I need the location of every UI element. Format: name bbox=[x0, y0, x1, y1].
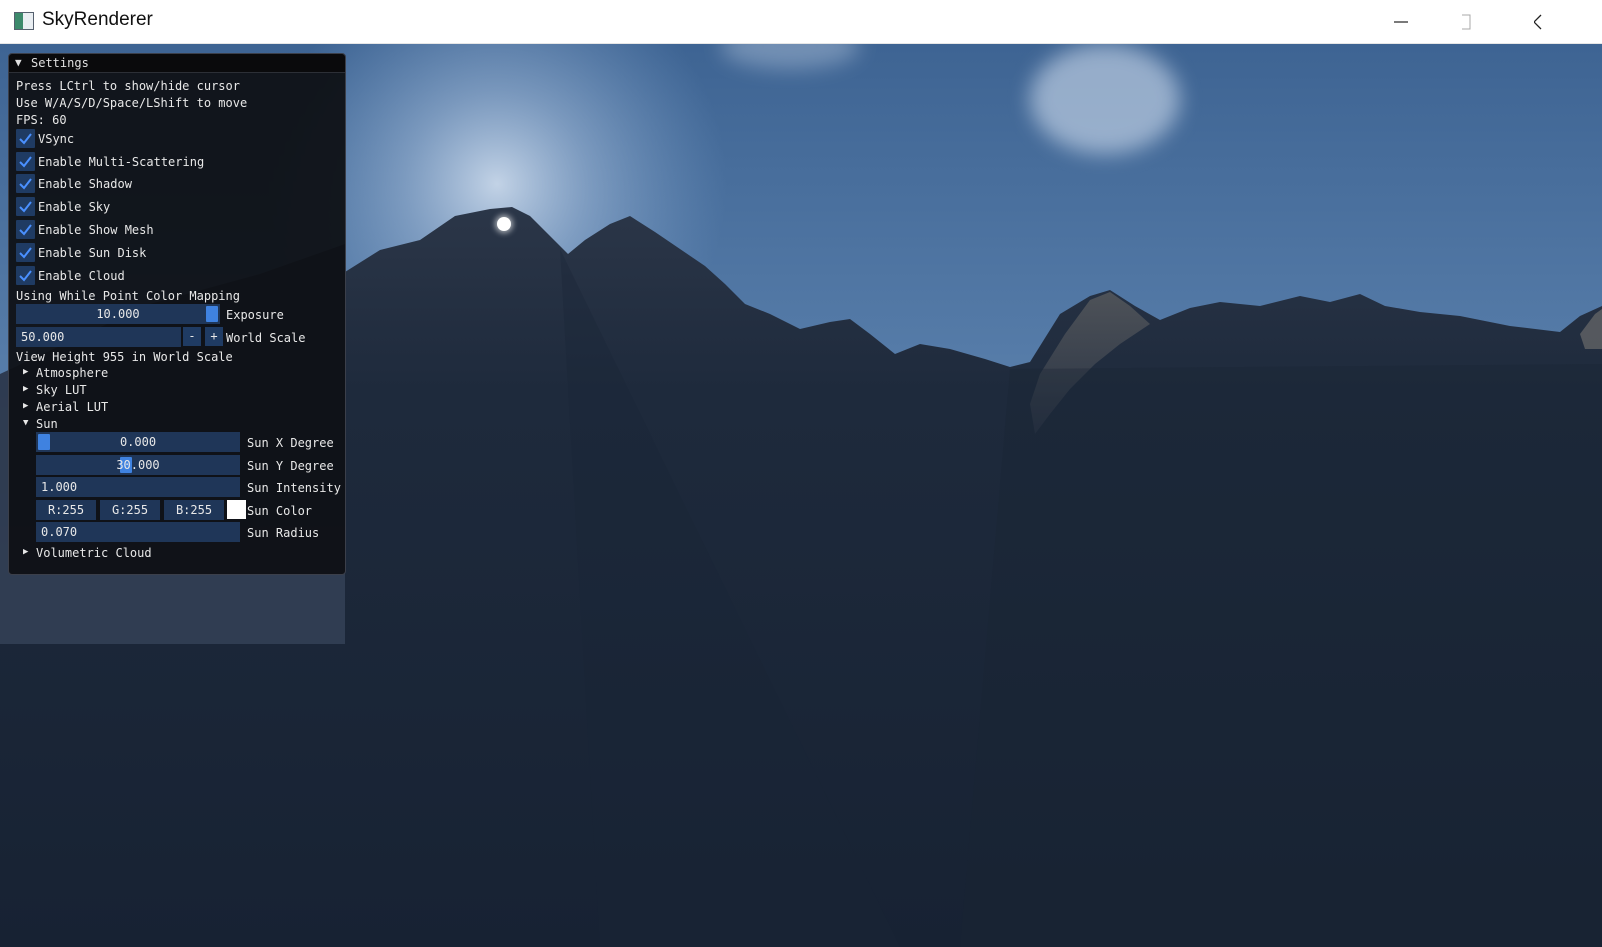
checkbox-box[interactable] bbox=[16, 197, 35, 216]
sun-y-degree-value: 30.000 bbox=[116, 458, 160, 472]
help-text-cursor: Press LCtrl to show/hide cursor bbox=[16, 79, 240, 93]
checkbox-box[interactable] bbox=[16, 266, 35, 285]
slider-grab[interactable] bbox=[206, 306, 218, 322]
world-scale-input[interactable]: 50.000 bbox=[16, 327, 181, 347]
exposure-value: 10.000 bbox=[96, 307, 140, 321]
tree-node-label: Atmosphere bbox=[36, 366, 109, 380]
checkmark-icon bbox=[19, 201, 32, 213]
checkbox-label: VSync bbox=[38, 132, 75, 146]
tree-node-label: Aerial LUT bbox=[36, 400, 109, 414]
settings-panel[interactable]: ▼ Settings Press LCtrl to show/hide curs… bbox=[8, 53, 346, 575]
sun-x-degree-slider[interactable]: 0.000 bbox=[36, 432, 240, 452]
sun-x-degree-label: Sun X Degree bbox=[247, 436, 334, 450]
expand-arrow-icon: ▶ bbox=[23, 367, 29, 377]
world-scale-plus-button[interactable]: + bbox=[205, 327, 223, 346]
checkbox-label: Enable Shadow bbox=[38, 177, 132, 191]
checkmark-icon bbox=[19, 270, 32, 282]
panel-title: Settings bbox=[31, 56, 89, 70]
sun-color-b-input[interactable]: B:255 bbox=[164, 500, 224, 520]
cloud bbox=[1030, 44, 1180, 154]
sun-color-r-input[interactable]: R:255 bbox=[36, 500, 96, 520]
exposure-slider[interactable]: 10.000 bbox=[16, 304, 220, 324]
checkbox-box[interactable] bbox=[16, 152, 35, 171]
panel-header[interactable]: ▼ Settings bbox=[9, 54, 345, 73]
checkmark-icon bbox=[19, 247, 32, 259]
maximize-button[interactable] bbox=[1462, 0, 1530, 44]
checkbox-box[interactable] bbox=[16, 243, 35, 262]
fps-text: FPS: 60 bbox=[16, 113, 67, 127]
color-mapping-text: Using While Point Color Mapping bbox=[16, 289, 240, 303]
window-titlebar[interactable]: SkyRenderer bbox=[0, 0, 1602, 44]
sun-x-degree-value: 0.000 bbox=[119, 435, 157, 449]
tree-node-label: Volumetric Cloud bbox=[36, 546, 152, 560]
checkbox-label: Enable Cloud bbox=[38, 269, 125, 283]
minimize-button[interactable] bbox=[1394, 0, 1462, 44]
maximize-icon bbox=[1462, 14, 1471, 30]
window-title: SkyRenderer bbox=[42, 9, 153, 30]
view-height-text: View Height 955 in World Scale bbox=[16, 350, 233, 364]
exposure-label: Exposure bbox=[226, 308, 284, 322]
close-icon bbox=[1534, 14, 1542, 30]
sun-intensity-input[interactable]: 1.000 bbox=[36, 477, 240, 497]
sun-intensity-label: Sun Intensity bbox=[247, 481, 341, 495]
close-button[interactable] bbox=[1534, 0, 1602, 44]
checkbox-label: Enable Multi-Scattering bbox=[38, 155, 205, 169]
collapse-arrow-icon: ▼ bbox=[23, 418, 29, 428]
sun-y-degree-slider[interactable]: 30.000 bbox=[36, 455, 240, 475]
sun-color-label: Sun Color bbox=[247, 504, 313, 518]
sun-color-swatch[interactable] bbox=[227, 500, 246, 519]
checkbox-label: Enable Sky bbox=[38, 200, 111, 214]
checkbox-label: Enable Sun Disk bbox=[38, 246, 147, 260]
world-scale-label: World Scale bbox=[226, 331, 306, 345]
checkbox-label: Enable Show Mesh bbox=[38, 223, 154, 237]
checkbox-box[interactable] bbox=[16, 174, 35, 193]
checkmark-icon bbox=[19, 156, 32, 168]
checkbox-box[interactable] bbox=[16, 220, 35, 239]
checkmark-icon bbox=[19, 133, 32, 145]
expand-arrow-icon: ▶ bbox=[23, 384, 29, 394]
sun-color-g-input[interactable]: G:255 bbox=[100, 500, 160, 520]
tree-node-label: Sky LUT bbox=[36, 383, 87, 397]
app-icon bbox=[14, 12, 34, 30]
sun-radius-input[interactable]: 0.070 bbox=[36, 522, 240, 542]
tree-node-label: Sun bbox=[36, 417, 58, 431]
collapse-arrow-icon[interactable]: ▼ bbox=[15, 56, 22, 69]
world-scale-minus-button[interactable]: - bbox=[183, 327, 201, 346]
minimize-icon bbox=[1394, 21, 1408, 23]
checkmark-icon bbox=[19, 224, 32, 236]
expand-arrow-icon: ▶ bbox=[23, 401, 29, 411]
sun-disk bbox=[497, 217, 511, 231]
help-text-move: Use W/A/S/D/Space/LShift to move bbox=[16, 96, 248, 110]
slider-grab[interactable] bbox=[38, 434, 50, 450]
checkbox-box[interactable] bbox=[16, 129, 35, 148]
expand-arrow-icon: ▶ bbox=[23, 547, 29, 557]
sun-radius-label: Sun Radius bbox=[247, 526, 320, 540]
checkmark-icon bbox=[19, 178, 32, 190]
sun-y-degree-label: Sun Y Degree bbox=[247, 459, 334, 473]
